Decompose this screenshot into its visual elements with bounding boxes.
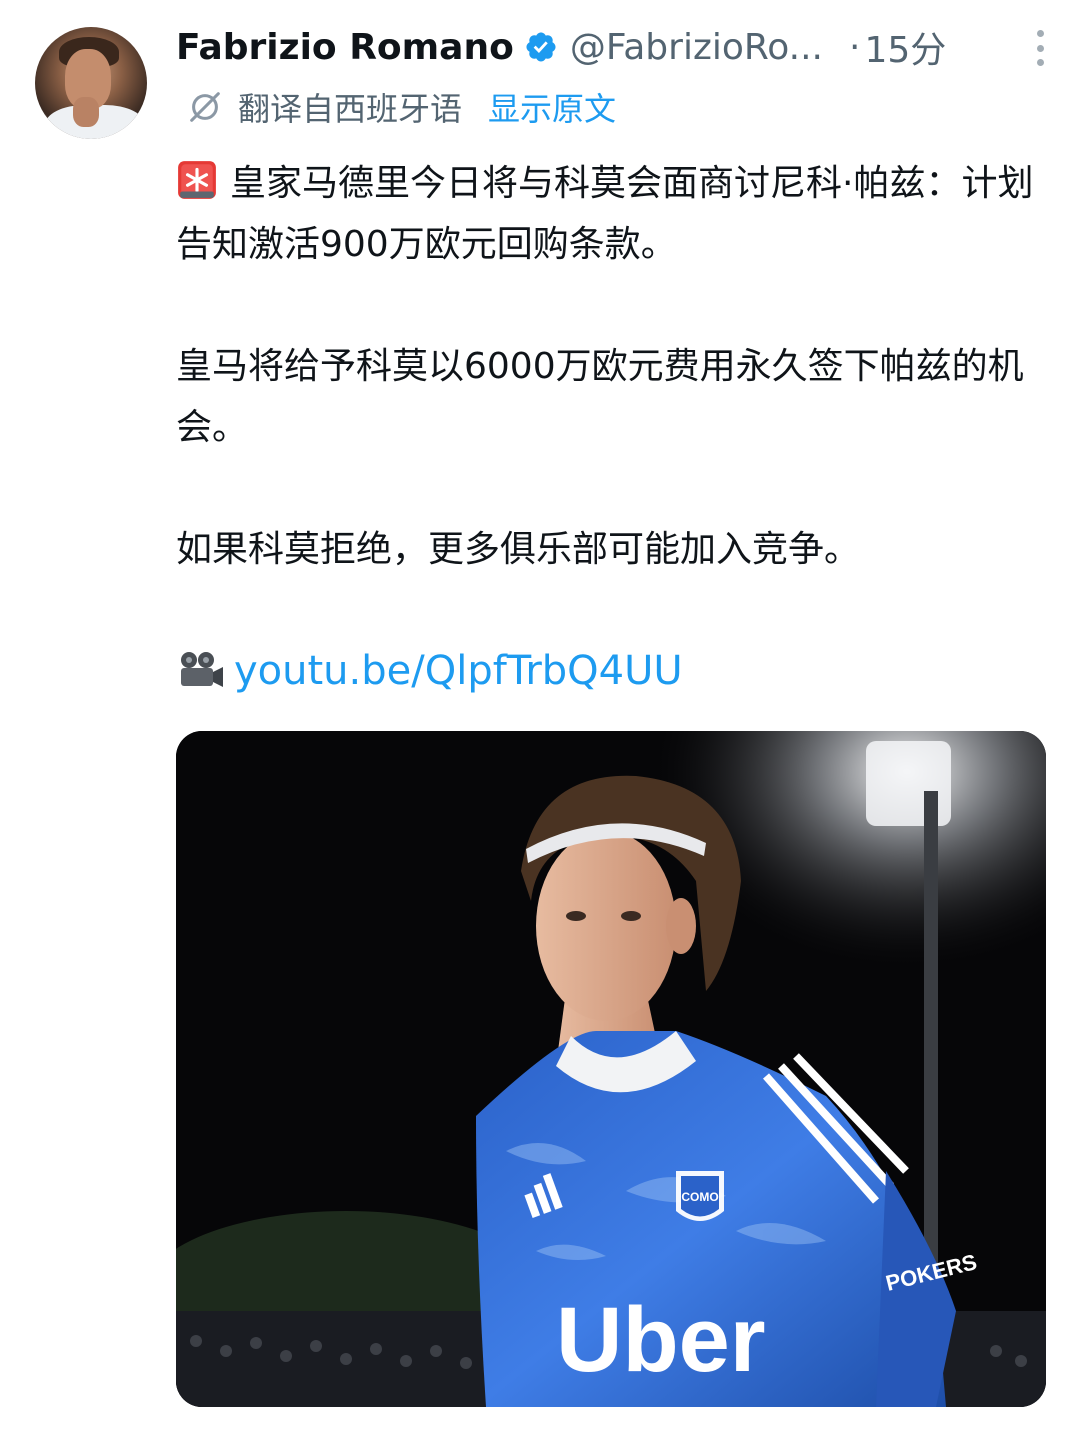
tweet-paragraph: 如果科莫拒绝，更多俱乐部可能加入竞争。 [176,519,1046,580]
tweet-text: 皇家马德里今日将与科莫会面商讨尼科·帕兹：计划告知激活900万欧元回购条款。 皇… [176,153,1046,703]
more-options-icon[interactable] [1032,30,1048,66]
verified-badge-icon [526,32,556,62]
club-badge-text: COMO [681,1190,718,1204]
movie-camera-emoji [181,652,223,687]
paragraph-text: 皇马将给予科莫以6000万欧元费用永久签下帕兹的机会。 [176,346,1024,448]
show-original-link[interactable]: 显示原文 [488,84,616,130]
separator-dot: · [849,26,861,68]
tweet-paragraph: 皇家马德里今日将与科莫会面商讨尼科·帕兹：计划告知激活900万欧元回购条款。 [176,153,1046,275]
player-photo: COMO Uber POKERS [176,731,1046,1407]
paragraph-text: 皇家马德里今日将与科莫会面商讨尼科·帕兹：计划告知激活900万欧元回购条款。 [176,163,1034,265]
tweet-header: Fabrizio Romano @FabrizioRo... · 15分 [176,22,1048,72]
translation-note: 翻译自西班牙语 [238,90,463,128]
avatar[interactable] [35,27,147,139]
translate-icon [190,92,220,122]
youtube-link[interactable]: youtu.be/QlpfTrbQ4UU [234,648,683,694]
paragraph-text: 如果科莫拒绝，更多俱乐部可能加入竞争。 [176,529,861,570]
tweet-media-image[interactable]: COMO Uber POKERS [176,731,1046,1407]
shirt-sponsor-text: Uber [556,1289,766,1391]
translation-row: 翻译自西班牙语 显示原文 [186,84,616,130]
siren-emoji [178,161,216,199]
author-name[interactable]: Fabrizio Romano [176,27,514,68]
author-handle[interactable]: @FabrizioRo... [570,27,823,68]
timestamp[interactable]: 15分 [864,21,946,73]
tweet-link-line: youtu.be/QlpfTrbQ4UU [176,641,1046,703]
tweet-paragraph: 皇马将给予科莫以6000万欧元费用永久签下帕兹的机会。 [176,336,1046,458]
